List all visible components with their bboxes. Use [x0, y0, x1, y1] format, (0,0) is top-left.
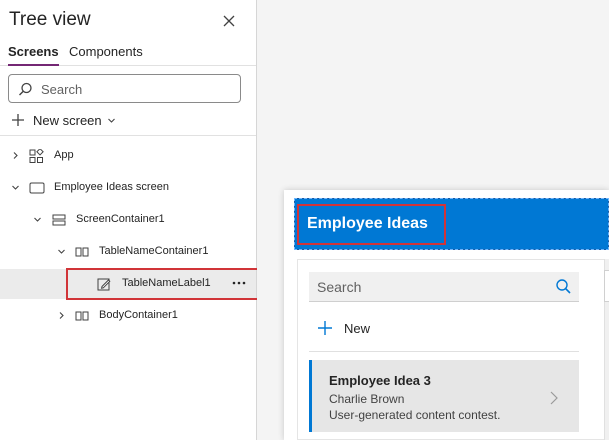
chevron-down-icon[interactable] — [11, 183, 20, 192]
search-icon — [19, 82, 32, 96]
search-icon[interactable] — [555, 278, 572, 295]
tree-item-employee-ideas-screen[interactable]: Employee Ideas screen — [0, 173, 256, 203]
tab-screens[interactable]: Screens — [8, 42, 59, 66]
new-screen-button[interactable]: New screen — [11, 110, 116, 130]
gallery-divider — [309, 351, 579, 352]
chevron-down-icon[interactable] — [33, 215, 42, 224]
chevron-right-icon[interactable] — [11, 151, 20, 160]
chevron-right-icon[interactable] — [57, 311, 66, 320]
tree-search-input[interactable] — [41, 80, 231, 98]
tree-item-app[interactable]: App — [0, 141, 256, 171]
tree-item-label: Employee Ideas screen — [54, 181, 169, 193]
new-item-label: New — [344, 320, 371, 336]
close-icon — [223, 15, 235, 27]
label-selection-highlight — [297, 204, 446, 245]
chevron-down-icon — [107, 118, 115, 123]
tree-item-screen-container[interactable]: ScreenContainer1 — [0, 205, 256, 235]
tree-item-label: BodyContainer1 — [99, 309, 178, 321]
container-icon — [52, 214, 66, 226]
tree-item-label: App — [54, 149, 74, 161]
close-button[interactable] — [218, 10, 240, 32]
tree-item-table-name-container[interactable]: TableNameContainer1 — [0, 237, 256, 267]
design-canvas[interactable]: Employee Ideas New Employee Idea 3 Charl… — [257, 0, 609, 440]
panel-title: Tree view — [9, 9, 91, 30]
plus-icon — [318, 321, 332, 335]
idea-title: Employee Idea 3 — [329, 373, 431, 388]
app-icon — [29, 149, 44, 163]
idea-description: User-generated content contest. — [329, 408, 501, 422]
horizontal-container-icon — [75, 247, 89, 257]
screen-icon — [29, 182, 45, 194]
chevron-down-icon[interactable] — [57, 247, 66, 256]
idea-author: Charlie Brown — [329, 392, 405, 406]
side-panel-edge-box — [604, 270, 609, 302]
tree-search-box[interactable] — [8, 74, 241, 103]
more-icon[interactable] — [232, 281, 246, 285]
chevron-right-icon[interactable] — [549, 390, 559, 406]
gallery-search-input[interactable] — [317, 278, 537, 296]
tree-view-panel: Tree view Screens Components New screen — [0, 0, 260, 440]
horizontal-container-icon — [75, 311, 89, 321]
panel-tabs: Screens Components — [0, 42, 256, 66]
selection-highlight — [66, 268, 260, 300]
idea-list-item[interactable]: Employee Idea 3 Charlie Brown User-gener… — [309, 360, 579, 432]
new-screen-label: New screen — [33, 112, 102, 128]
panel-divider — [0, 135, 256, 136]
tree-item-label: TableNameContainer1 — [99, 245, 209, 257]
gallery-search-box[interactable] — [309, 272, 579, 302]
tree-item-body-container[interactable]: BodyContainer1 — [0, 301, 256, 331]
plus-icon — [12, 114, 24, 126]
new-item-button[interactable]: New — [317, 318, 370, 338]
tree-item-label: ScreenContainer1 — [76, 213, 165, 225]
tab-components[interactable]: Components — [69, 42, 143, 66]
